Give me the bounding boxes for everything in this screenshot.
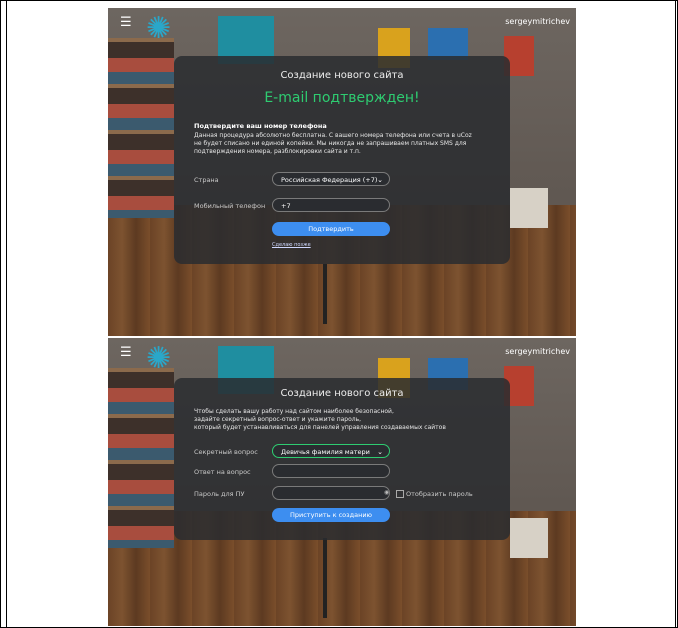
create-site-panel: Создание нового сайта E-mail подтвержден… — [174, 56, 510, 264]
email-confirmed-message: E-mail подтвержден! — [264, 90, 420, 106]
answer-input[interactable] — [272, 464, 390, 478]
screenshot-phone-confirmation: ✺ ☰ sergeymitrichev Создание нового сайт… — [108, 8, 576, 336]
show-password-label[interactable]: Отобразить пароль — [406, 490, 473, 498]
chevron-down-icon: ⌄ — [377, 448, 383, 456]
info-line: Данная процедура абсолютно бесплатна. С … — [194, 132, 472, 139]
country-label: Страна — [194, 176, 219, 184]
sunburst-decoration: ✺ — [146, 11, 172, 46]
panel-title: Создание нового сайта — [280, 388, 404, 399]
screenshot-security-setup: ✺ ☰ sergeymitrichev Создание нового сайт… — [108, 338, 576, 626]
username[interactable]: sergeymitrichev — [505, 347, 570, 356]
panel-title: Создание нового сайта — [280, 70, 404, 81]
answer-label: Ответ на вопрос — [194, 468, 251, 476]
later-link[interactable]: Сделаю позже — [272, 242, 311, 248]
phone-label: Мобильный телефон — [194, 202, 266, 210]
password-input[interactable] — [272, 486, 390, 500]
phone-heading: Подтвердите ваш номер телефона — [194, 122, 327, 130]
eye-icon[interactable]: ◉ — [384, 489, 389, 496]
hamburger-icon[interactable]: ☰ — [120, 346, 132, 359]
info-line: который будет устанавливаться для панеле… — [194, 424, 446, 431]
bookshelf — [108, 368, 174, 548]
create-site-button[interactable]: Приступить к созданию — [272, 508, 390, 522]
country-value: Российская Федерация (+7) — [281, 176, 378, 184]
lamp-stand — [323, 538, 327, 618]
confirm-button[interactable]: Подтвердить — [272, 222, 390, 236]
country-select[interactable]: Российская Федерация (+7) ⌄ — [272, 172, 390, 186]
phone-input[interactable]: +7 — [272, 198, 390, 212]
right-rule — [675, 0, 676, 628]
lamp-stand — [323, 264, 327, 324]
create-site-panel: Создание нового сайта Чтобы сделать вашу… — [174, 378, 510, 540]
wall-art — [510, 518, 548, 558]
left-rule — [6, 0, 7, 628]
info-line: Чтобы сделать вашу работу над сайтом наи… — [194, 408, 394, 415]
password-label: Пароль для ПУ — [194, 490, 245, 498]
question-select[interactable]: Девичья фамилия матери ⌄ — [272, 444, 390, 458]
info-line: подтверждения номера, разблокировки сайт… — [194, 148, 361, 155]
sunburst-decoration: ✺ — [146, 341, 172, 376]
question-value: Девичья фамилия матери — [281, 448, 370, 456]
show-password-checkbox[interactable] — [396, 490, 404, 498]
hamburger-icon[interactable]: ☰ — [120, 16, 132, 29]
wall-art — [510, 188, 548, 228]
question-label: Секретный вопрос — [194, 448, 258, 456]
bookshelf — [108, 38, 174, 218]
info-line: не будет списано ни единой копейки. Мы н… — [194, 140, 467, 147]
chevron-down-icon: ⌄ — [377, 176, 383, 184]
username[interactable]: sergeymitrichev — [505, 17, 570, 26]
info-line: задайте секретный вопрос-ответ и укажите… — [194, 416, 362, 423]
